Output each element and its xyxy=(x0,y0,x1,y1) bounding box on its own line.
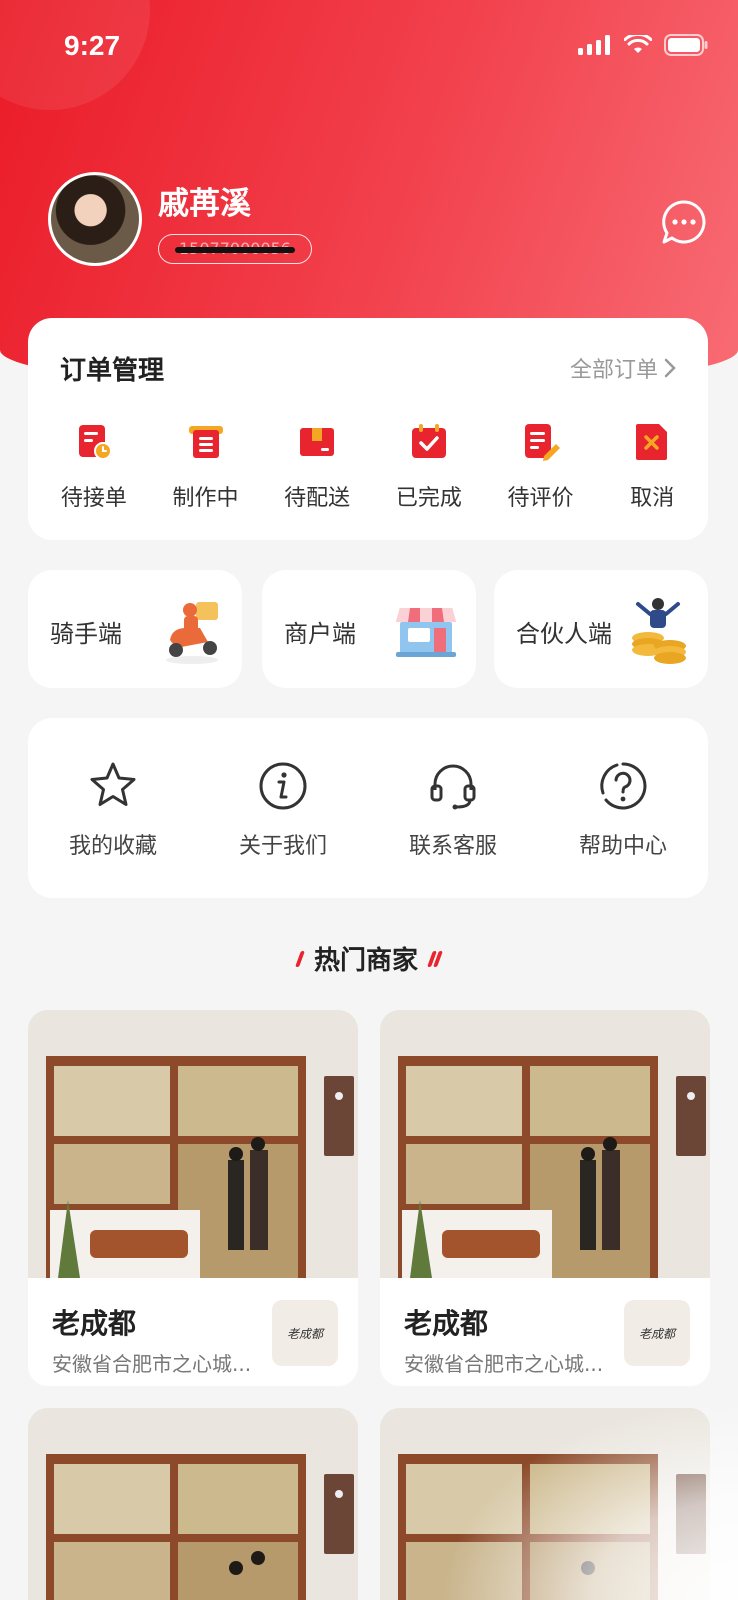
storefront-icon xyxy=(396,608,456,657)
my-favorites-label: 我的收藏 xyxy=(68,834,157,859)
shop-logo: 老成都 xyxy=(624,1300,690,1366)
shop-address: 安徽省合肥市之心城... xyxy=(52,1352,252,1376)
contact-support-label: 联系客服 xyxy=(408,834,497,859)
services-card: 我的收藏 关于我们 联系客服 帮助中心 xyxy=(28,718,708,898)
merchant-portal-card[interactable]: 商户端 xyxy=(262,570,476,688)
shop-name: 老成都 xyxy=(404,1307,489,1340)
order-status-label: 取消 xyxy=(630,486,675,511)
username: 戚苒溪 xyxy=(158,186,251,222)
in-production-icon xyxy=(188,426,223,458)
to-review-icon xyxy=(524,424,560,461)
hot-shops-title: 热门商家 xyxy=(0,940,738,977)
shop-photo xyxy=(28,1010,358,1278)
order-status-label: 制作中 xyxy=(172,486,239,511)
order-status-awaiting-delivery[interactable]: 待配送 xyxy=(261,422,373,512)
merchant-portal-label: 商户端 xyxy=(284,620,356,648)
shop-address: 安徽省合肥市之心城... xyxy=(404,1352,604,1376)
info-icon xyxy=(259,762,307,810)
rider-portal-card[interactable]: 骑手端 xyxy=(28,570,242,688)
shop-card[interactable] xyxy=(28,1408,358,1600)
order-management-title: 订单管理 xyxy=(60,356,165,386)
status-time: 9:27 xyxy=(64,30,121,61)
help-icon xyxy=(600,762,647,810)
completed-icon xyxy=(411,424,446,458)
order-status-in-production[interactable]: 制作中 xyxy=(150,422,262,512)
partner-portal-label: 合伙人端 xyxy=(516,620,612,648)
message-icon[interactable] xyxy=(660,198,708,246)
all-orders-link[interactable]: 全部订单 xyxy=(570,352,676,384)
pending-order-icon xyxy=(78,425,112,460)
help-center-label: 帮助中心 xyxy=(578,834,667,859)
order-status-cancel[interactable]: 取消 xyxy=(596,422,708,512)
my-favorites-button[interactable]: 我的收藏 xyxy=(28,760,198,860)
shop-photo xyxy=(28,1408,358,1600)
battery-icon xyxy=(664,34,708,56)
shop-card[interactable]: 老成都 安徽省合肥市之心城... 老成都 xyxy=(380,1010,710,1386)
star-icon xyxy=(90,762,136,806)
shop-photo xyxy=(380,1010,710,1278)
order-status-label: 待评价 xyxy=(507,486,574,511)
order-status-label: 待接单 xyxy=(60,486,127,511)
order-status-completed[interactable]: 已完成 xyxy=(373,422,485,512)
title-mark-left xyxy=(295,950,305,967)
contact-support-button[interactable]: 联系客服 xyxy=(368,760,538,860)
rider-scooter-icon xyxy=(166,602,218,664)
about-us-label: 关于我们 xyxy=(238,834,327,859)
order-status-pending[interactable]: 待接单 xyxy=(38,422,150,512)
chevron-right-icon xyxy=(664,358,676,378)
phone-number: 15077000056 xyxy=(158,234,312,264)
order-management-card: 订单管理 全部订单 待接单 制作中 待配送 已完成 待评价 取消 xyxy=(28,318,708,540)
help-center-button[interactable]: 帮助中心 xyxy=(538,760,708,860)
status-bar: 9:27 xyxy=(0,0,738,96)
wifi-icon xyxy=(624,35,652,53)
phone-redaction xyxy=(175,247,295,253)
partner-coins-icon xyxy=(632,598,686,664)
shop-photo xyxy=(380,1408,710,1600)
shop-card[interactable] xyxy=(380,1408,710,1600)
partner-portal-card[interactable]: 合伙人端 xyxy=(494,570,708,688)
rider-portal-label: 骑手端 xyxy=(50,620,122,648)
status-icons xyxy=(578,34,708,56)
title-mark-right xyxy=(427,950,443,967)
cancel-icon xyxy=(636,424,668,460)
shop-name: 老成都 xyxy=(52,1307,137,1340)
order-status-label: 已完成 xyxy=(395,486,462,511)
shop-card[interactable]: 老成都 安徽省合肥市之心城... 老成都 xyxy=(28,1010,358,1386)
order-status-label: 待配送 xyxy=(284,486,351,511)
awaiting-delivery-icon xyxy=(300,428,335,456)
about-us-button[interactable]: 关于我们 xyxy=(198,760,368,860)
avatar[interactable] xyxy=(48,172,142,266)
headset-icon xyxy=(430,764,476,810)
order-status-to-review[interactable]: 待评价 xyxy=(485,422,597,512)
shop-logo: 老成都 xyxy=(272,1300,338,1366)
signal-icon xyxy=(578,35,610,55)
